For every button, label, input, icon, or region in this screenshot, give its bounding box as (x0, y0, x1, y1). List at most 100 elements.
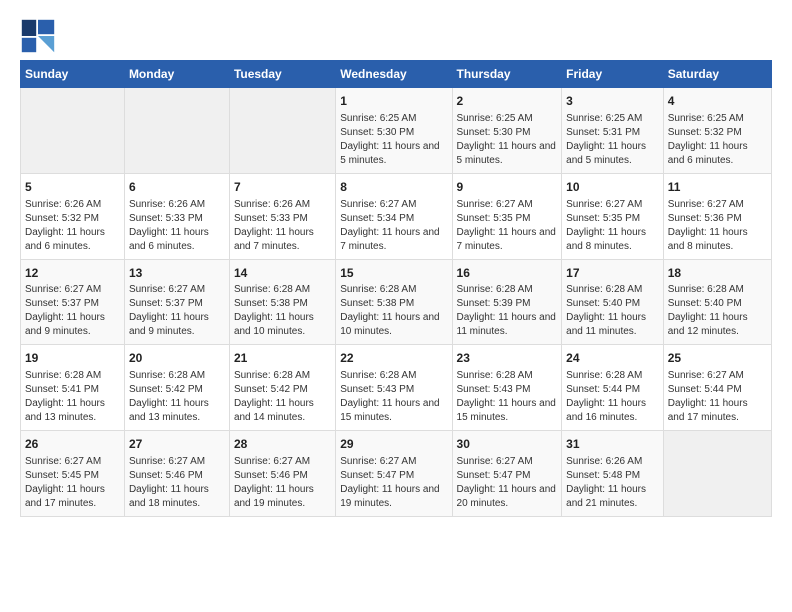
daylight-hours: Daylight: 11 hours and 8 minutes. (668, 226, 767, 254)
sunrise-time: Sunrise: 6:27 AM (668, 198, 767, 212)
day-number: 10 (566, 179, 659, 196)
sunset-time: Sunset: 5:42 PM (234, 383, 331, 397)
sunrise-time: Sunrise: 6:27 AM (340, 198, 447, 212)
day-number: 22 (340, 350, 447, 367)
daylight-hours: Daylight: 11 hours and 5 minutes. (457, 140, 558, 168)
table-row (229, 88, 335, 174)
table-row: 15Sunrise: 6:28 AMSunset: 5:38 PMDayligh… (336, 259, 452, 345)
calendar-table: SundayMondayTuesdayWednesdayThursdayFrid… (20, 60, 772, 517)
day-number: 8 (340, 179, 447, 196)
daylight-hours: Daylight: 11 hours and 5 minutes. (566, 140, 659, 168)
table-row: 2Sunrise: 6:25 AMSunset: 5:30 PMDaylight… (452, 88, 562, 174)
table-row: 25Sunrise: 6:27 AMSunset: 5:44 PMDayligh… (663, 345, 771, 431)
sunrise-time: Sunrise: 6:26 AM (25, 198, 120, 212)
sunrise-time: Sunrise: 6:26 AM (129, 198, 225, 212)
table-row: 13Sunrise: 6:27 AMSunset: 5:37 PMDayligh… (124, 259, 229, 345)
table-row: 5Sunrise: 6:26 AMSunset: 5:32 PMDaylight… (21, 173, 125, 259)
sunset-time: Sunset: 5:46 PM (129, 469, 225, 483)
logo (20, 18, 60, 54)
daylight-hours: Daylight: 11 hours and 14 minutes. (234, 397, 331, 425)
col-header-sunday: Sunday (21, 61, 125, 88)
sunset-time: Sunset: 5:43 PM (457, 383, 558, 397)
sunrise-time: Sunrise: 6:28 AM (340, 369, 447, 383)
daylight-hours: Daylight: 11 hours and 18 minutes. (129, 483, 225, 511)
sunrise-time: Sunrise: 6:27 AM (457, 455, 558, 469)
sunrise-time: Sunrise: 6:28 AM (129, 369, 225, 383)
daylight-hours: Daylight: 11 hours and 17 minutes. (668, 397, 767, 425)
day-number: 28 (234, 436, 331, 453)
day-number: 31 (566, 436, 659, 453)
table-row: 27Sunrise: 6:27 AMSunset: 5:46 PMDayligh… (124, 431, 229, 517)
sunset-time: Sunset: 5:38 PM (234, 297, 331, 311)
table-row: 7Sunrise: 6:26 AMSunset: 5:33 PMDaylight… (229, 173, 335, 259)
sunset-time: Sunset: 5:30 PM (340, 126, 447, 140)
daylight-hours: Daylight: 11 hours and 11 minutes. (566, 311, 659, 339)
sunset-time: Sunset: 5:47 PM (457, 469, 558, 483)
daylight-hours: Daylight: 11 hours and 7 minutes. (234, 226, 331, 254)
table-row: 14Sunrise: 6:28 AMSunset: 5:38 PMDayligh… (229, 259, 335, 345)
day-number: 16 (457, 265, 558, 282)
sunset-time: Sunset: 5:30 PM (457, 126, 558, 140)
table-row: 20Sunrise: 6:28 AMSunset: 5:42 PMDayligh… (124, 345, 229, 431)
sunrise-time: Sunrise: 6:27 AM (25, 283, 120, 297)
day-number: 4 (668, 93, 767, 110)
sunrise-time: Sunrise: 6:28 AM (566, 283, 659, 297)
sunset-time: Sunset: 5:40 PM (668, 297, 767, 311)
sunset-time: Sunset: 5:34 PM (340, 212, 447, 226)
table-row: 16Sunrise: 6:28 AMSunset: 5:39 PMDayligh… (452, 259, 562, 345)
table-row: 8Sunrise: 6:27 AMSunset: 5:34 PMDaylight… (336, 173, 452, 259)
sunset-time: Sunset: 5:39 PM (457, 297, 558, 311)
table-row: 26Sunrise: 6:27 AMSunset: 5:45 PMDayligh… (21, 431, 125, 517)
sunrise-time: Sunrise: 6:25 AM (340, 112, 447, 126)
day-number: 27 (129, 436, 225, 453)
daylight-hours: Daylight: 11 hours and 10 minutes. (234, 311, 331, 339)
day-number: 21 (234, 350, 331, 367)
day-number: 20 (129, 350, 225, 367)
sunset-time: Sunset: 5:38 PM (340, 297, 447, 311)
sunset-time: Sunset: 5:31 PM (566, 126, 659, 140)
sunset-time: Sunset: 5:33 PM (129, 212, 225, 226)
sunrise-time: Sunrise: 6:27 AM (129, 283, 225, 297)
daylight-hours: Daylight: 11 hours and 6 minutes. (668, 140, 767, 168)
daylight-hours: Daylight: 11 hours and 19 minutes. (340, 483, 447, 511)
sunrise-time: Sunrise: 6:27 AM (566, 198, 659, 212)
daylight-hours: Daylight: 11 hours and 9 minutes. (129, 311, 225, 339)
sunset-time: Sunset: 5:46 PM (234, 469, 331, 483)
daylight-hours: Daylight: 11 hours and 12 minutes. (668, 311, 767, 339)
day-number: 1 (340, 93, 447, 110)
table-row (21, 88, 125, 174)
sunrise-time: Sunrise: 6:28 AM (234, 369, 331, 383)
logo-icon (20, 18, 56, 54)
table-row: 10Sunrise: 6:27 AMSunset: 5:35 PMDayligh… (562, 173, 664, 259)
col-header-tuesday: Tuesday (229, 61, 335, 88)
sunset-time: Sunset: 5:35 PM (457, 212, 558, 226)
col-header-friday: Friday (562, 61, 664, 88)
col-header-saturday: Saturday (663, 61, 771, 88)
day-number: 6 (129, 179, 225, 196)
sunrise-time: Sunrise: 6:27 AM (234, 455, 331, 469)
daylight-hours: Daylight: 11 hours and 9 minutes. (25, 311, 120, 339)
day-number: 23 (457, 350, 558, 367)
daylight-hours: Daylight: 11 hours and 13 minutes. (129, 397, 225, 425)
sunrise-time: Sunrise: 6:25 AM (566, 112, 659, 126)
table-row: 1 Sunrise: 6:25 AMSunset: 5:30 PMDaylight… (336, 88, 452, 174)
sunrise-time: Sunrise: 6:28 AM (566, 369, 659, 383)
day-number: 13 (129, 265, 225, 282)
day-number: 2 (457, 93, 558, 110)
table-row: 29Sunrise: 6:27 AMSunset: 5:47 PMDayligh… (336, 431, 452, 517)
day-number: 11 (668, 179, 767, 196)
daylight-hours: Daylight: 11 hours and 21 minutes. (566, 483, 659, 511)
sunset-time: Sunset: 5:36 PM (668, 212, 767, 226)
daylight-hours: Daylight: 11 hours and 5 minutes. (340, 140, 447, 168)
sunrise-time: Sunrise: 6:28 AM (457, 283, 558, 297)
daylight-hours: Daylight: 11 hours and 15 minutes. (457, 397, 558, 425)
table-row: 31Sunrise: 6:26 AMSunset: 5:48 PMDayligh… (562, 431, 664, 517)
day-number: 14 (234, 265, 331, 282)
daylight-hours: Daylight: 11 hours and 17 minutes. (25, 483, 120, 511)
day-number: 24 (566, 350, 659, 367)
day-number: 26 (25, 436, 120, 453)
table-row (663, 431, 771, 517)
table-row: 24Sunrise: 6:28 AMSunset: 5:44 PMDayligh… (562, 345, 664, 431)
sunrise-time: Sunrise: 6:27 AM (25, 455, 120, 469)
daylight-hours: Daylight: 11 hours and 8 minutes. (566, 226, 659, 254)
